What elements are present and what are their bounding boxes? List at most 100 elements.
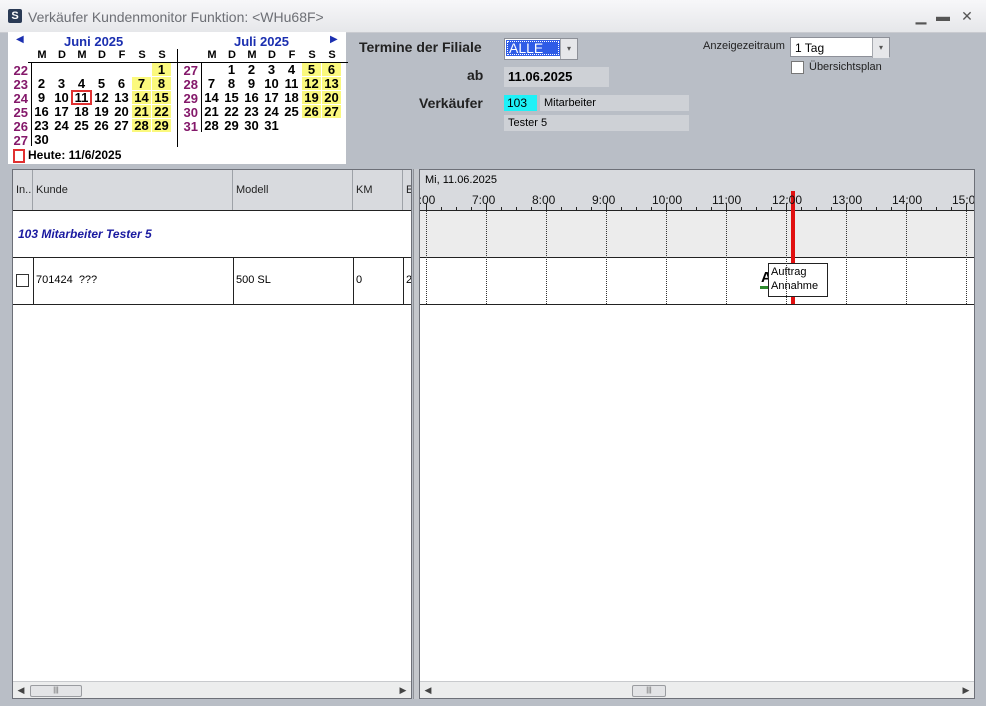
weekday-header: M (37, 49, 47, 61)
calendar-day[interactable]: 11 (282, 77, 301, 90)
group-title: 103 Mitarbeiter Tester 5 (18, 227, 152, 241)
calendar-day[interactable]: 26 (302, 105, 321, 118)
ab-label: ab (467, 67, 484, 83)
calendar-day[interactable]: 15 (222, 91, 241, 104)
chevron-down-icon[interactable]: ▾ (872, 38, 889, 58)
timeline-row[interactable] (420, 258, 974, 304)
calendar-day[interactable]: 30 (32, 133, 51, 146)
column-header-km[interactable]: KM (353, 170, 403, 210)
calendar-day[interactable]: 7 (132, 77, 151, 90)
scroll-left-icon[interactable]: ◀ (13, 682, 29, 698)
calendar-day[interactable]: 10 (52, 91, 71, 104)
prev-month-button[interactable]: ◀ (16, 34, 24, 45)
calendar-day[interactable]: 26 (92, 119, 111, 132)
overview-checkbox[interactable] (791, 61, 804, 74)
calendar-day[interactable]: 14 (132, 91, 151, 104)
maximize-button[interactable]: ▬ (932, 6, 954, 26)
calendar-day[interactable]: 3 (52, 77, 71, 90)
ab-date-field[interactable]: 11.06.2025 (504, 67, 609, 87)
calendar-day[interactable]: 22 (152, 105, 171, 118)
calendar-day[interactable]: 27 (322, 105, 341, 118)
calendar-day[interactable]: 10 (262, 77, 281, 90)
row-divider (13, 304, 411, 305)
calendar-day[interactable]: 17 (262, 91, 281, 104)
calendar-day[interactable]: 21 (202, 105, 221, 118)
calendar-day[interactable]: 15 (152, 91, 171, 104)
calendar-day[interactable]: 29 (222, 119, 241, 132)
calendar-day[interactable]: 24 (262, 105, 281, 118)
verkaeufer-code[interactable]: 103 (504, 95, 537, 111)
calendar-day[interactable]: 6 (322, 63, 341, 76)
calendar-day[interactable]: 4 (72, 77, 91, 90)
calendar-day[interactable]: 24 (52, 119, 71, 132)
calendar-day[interactable]: 2 (242, 63, 261, 76)
scroll-thumb[interactable]: ||| (632, 685, 666, 697)
calendar-day[interactable]: 5 (92, 77, 111, 90)
calendar-day[interactable]: 31 (262, 119, 281, 132)
calendar-day[interactable]: 25 (72, 119, 91, 132)
scroll-right-icon[interactable]: ▶ (958, 682, 974, 698)
week-number: 27 (13, 133, 28, 148)
minor-tick (561, 207, 562, 210)
calendar-day[interactable]: 14 (202, 91, 221, 104)
scroll-thumb[interactable]: ||| (30, 685, 82, 697)
calendar-day[interactable]: 1 (222, 63, 241, 76)
calendar-day[interactable]: 20 (322, 91, 341, 104)
table-row[interactable]: 701424 ??? 500 SL 0 2 (13, 258, 411, 304)
calendar-day[interactable]: 18 (282, 91, 301, 104)
calendar-day[interactable]: 1 (152, 63, 171, 76)
scroll-right-icon[interactable]: ▶ (395, 682, 411, 698)
calendar-day[interactable]: 19 (302, 91, 321, 104)
calendar-day[interactable]: 7 (202, 77, 221, 90)
week-number: 25 (13, 105, 28, 120)
group-row[interactable]: 103 Mitarbeiter Tester 5 (13, 211, 411, 257)
calendar-day[interactable]: 28 (202, 119, 221, 132)
calendar-day[interactable]: 11 (71, 90, 92, 105)
scroll-left-icon[interactable]: ◀ (420, 682, 436, 698)
right-horizontal-scrollbar[interactable]: ◀ ||| ▶ (420, 681, 974, 698)
row-checkbox[interactable] (16, 274, 29, 287)
maximize-icon: ▬ (936, 8, 950, 24)
today-label[interactable]: Heute: 11/6/2025 (28, 148, 121, 162)
calendar-day[interactable]: 4 (282, 63, 301, 76)
calendar-day[interactable]: 19 (92, 105, 111, 118)
calendar-day[interactable]: 22 (222, 105, 241, 118)
calendar-day[interactable]: 6 (112, 77, 131, 90)
column-header-modell[interactable]: Modell (233, 170, 353, 210)
calendar-day[interactable]: 30 (242, 119, 261, 132)
zeitraum-select[interactable]: 1 Tag ▾ (790, 37, 890, 58)
calendar-day[interactable]: 3 (262, 63, 281, 76)
calendar-day[interactable]: 16 (32, 105, 51, 118)
calendar-day[interactable]: 18 (72, 105, 91, 118)
calendar-day[interactable]: 9 (242, 77, 261, 90)
calendar-day[interactable]: 12 (92, 91, 111, 104)
filiale-select[interactable]: ALLE ▾ (504, 38, 578, 60)
calendar-day[interactable]: 29 (152, 119, 171, 132)
column-header-e[interactable]: E (403, 170, 411, 210)
calendar-day[interactable]: 9 (32, 91, 51, 104)
calendar-day[interactable]: 5 (302, 63, 321, 76)
calendar-day[interactable]: 28 (132, 119, 151, 132)
calendar-day[interactable]: 8 (152, 77, 171, 90)
chevron-down-icon[interactable]: ▾ (560, 39, 577, 59)
cell-kunde: 701424 ??? (33, 258, 234, 304)
calendar-day[interactable]: 25 (282, 105, 301, 118)
calendar-day[interactable]: 17 (52, 105, 71, 118)
next-month-button[interactable]: ▶ (330, 34, 338, 45)
column-header-in[interactable]: In.. (13, 170, 33, 210)
calendar-day[interactable]: 13 (322, 77, 341, 90)
calendar-day[interactable]: 23 (242, 105, 261, 118)
calendar-day[interactable]: 20 (112, 105, 131, 118)
calendar-day[interactable]: 12 (302, 77, 321, 90)
calendar-day[interactable]: 8 (222, 77, 241, 90)
calendar-day[interactable]: 27 (112, 119, 131, 132)
calendar-day[interactable]: 2 (32, 77, 51, 90)
calendar-day[interactable]: 13 (112, 91, 131, 104)
close-button[interactable]: ✕ (956, 6, 978, 26)
minimize-button[interactable]: ▁ (910, 6, 932, 26)
calendar-day[interactable]: 23 (32, 119, 51, 132)
calendar-day[interactable]: 16 (242, 91, 261, 104)
calendar-day[interactable]: 21 (132, 105, 151, 118)
column-header-kunde[interactable]: Kunde (33, 170, 233, 210)
left-horizontal-scrollbar[interactable]: ◀ ||| ▶ (13, 681, 411, 698)
